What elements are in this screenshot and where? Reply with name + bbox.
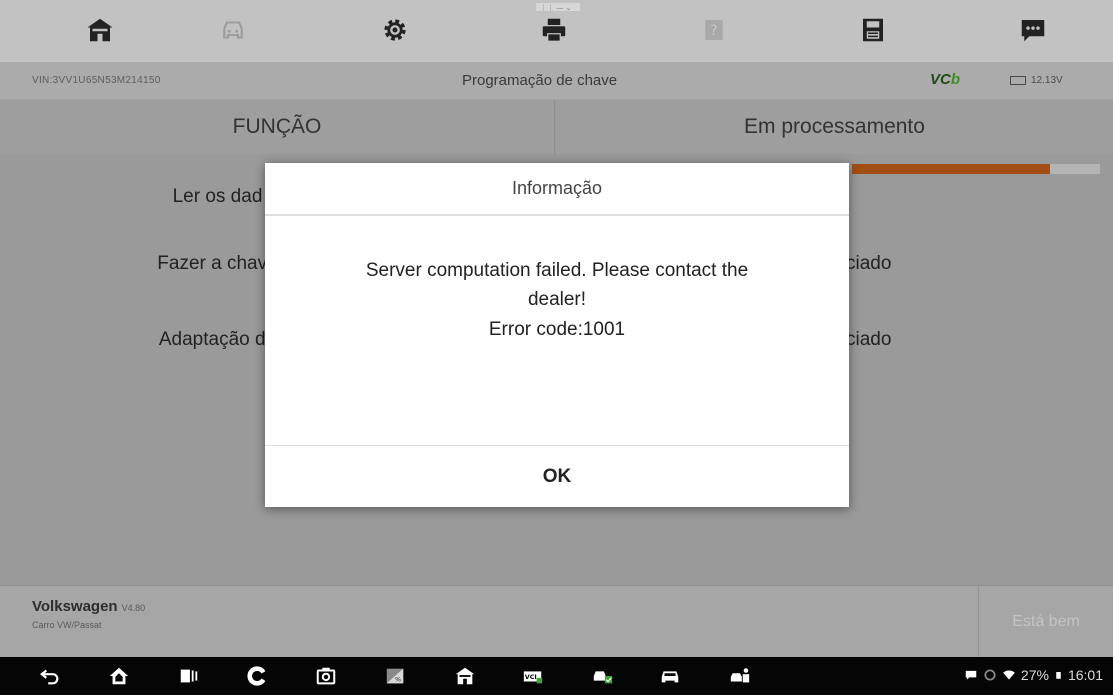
svg-text:?: ? xyxy=(710,23,717,39)
row-status: ciado xyxy=(846,329,892,350)
chat-notification-icon xyxy=(965,670,977,680)
back-icon[interactable] xyxy=(38,665,62,687)
svg-text:VCI: VCI xyxy=(525,673,537,681)
vci-indicator: VCb xyxy=(930,71,960,88)
autel-icon[interactable] xyxy=(245,665,269,687)
page-title: Programação de chave xyxy=(462,72,618,89)
vin-label: VIN:3VV1U65N53M214150 xyxy=(32,75,161,86)
battery-icon xyxy=(1010,76,1026,85)
vehicle-check-icon[interactable] xyxy=(591,665,615,687)
recent-apps-icon[interactable] xyxy=(177,665,201,687)
vci-nav-icon[interactable]: VCI xyxy=(521,665,545,687)
progress-bar xyxy=(852,164,1100,174)
progress-fill xyxy=(852,164,1051,174)
row-function: Fazer a chave xyxy=(157,253,278,274)
column-header-function: FUNÇÃO xyxy=(0,100,555,154)
dialog-message-cont: dealer! xyxy=(527,289,587,311)
battery-percent: 27% xyxy=(1020,667,1049,683)
system-nav-bar: % VCI 27% 16:01 xyxy=(0,657,1113,695)
message-icon[interactable] xyxy=(1015,12,1051,48)
sync-icon xyxy=(984,669,996,681)
info-dialog: Informação Server computation failed. Pl… xyxy=(265,163,849,507)
vehicle-path: Carro VW/Passat xyxy=(32,620,102,630)
dialog-message: Server computation failed. Please contac… xyxy=(365,260,749,281)
dialog-body: Server computation failed. Please contac… xyxy=(265,216,849,445)
display-settings-icon[interactable]: % xyxy=(383,665,407,687)
home-icon[interactable] xyxy=(82,12,118,48)
clock: 16:01 xyxy=(1067,667,1103,683)
vehicle-icon[interactable] xyxy=(215,12,251,48)
esta-bem-button[interactable]: Está bem xyxy=(978,586,1113,658)
help-icon[interactable]: ? xyxy=(696,12,732,48)
row-function: Adaptação da xyxy=(158,329,277,350)
row-status: ciado xyxy=(846,253,892,274)
voltage-indicator: 12.13V xyxy=(1010,75,1063,86)
diagnostics-home-icon[interactable] xyxy=(453,665,477,687)
vehicle-brand: Volkswagen V4.80 xyxy=(32,598,145,615)
column-header-status: Em processamento xyxy=(556,100,1113,154)
info-bar: VIN:3VV1U65N53M214150 Programação de cha… xyxy=(0,62,1113,100)
save-icon[interactable] xyxy=(855,12,891,48)
dialog-title: Informação xyxy=(265,163,849,216)
settings-icon[interactable] xyxy=(377,12,413,48)
print-icon[interactable] xyxy=(536,12,572,48)
vci-label: VC xyxy=(930,71,951,88)
wifi-icon xyxy=(1003,670,1015,680)
top-toolbar: ⋮⋮ — ⌄ ? xyxy=(0,0,1113,62)
svg-text:%: % xyxy=(395,676,401,684)
status-area: 27% 16:01 xyxy=(964,667,1103,683)
row-function: Ler os dad xyxy=(172,186,263,207)
battery-status-icon xyxy=(1056,672,1061,679)
camera-icon[interactable] xyxy=(314,665,338,687)
drag-handle-icon[interactable]: ⋮⋮ — ⌄ xyxy=(536,2,580,12)
vci-label-suffix: b xyxy=(950,71,961,88)
svg-text:⋮⋮ — ⌄: ⋮⋮ — ⌄ xyxy=(540,4,571,12)
bottom-bar: Volkswagen V4.80 Carro VW/Passat Está bem xyxy=(0,585,1113,658)
home-nav-icon[interactable] xyxy=(107,665,131,687)
ok-button[interactable]: OK xyxy=(265,445,849,507)
brand-name: Volkswagen xyxy=(32,598,118,615)
error-code: Error code:1001 xyxy=(488,318,626,340)
voltage-value: 12.13V xyxy=(1031,75,1063,86)
service-icon[interactable] xyxy=(728,665,752,687)
car-icon[interactable] xyxy=(658,665,682,687)
software-version: V4.80 xyxy=(121,603,146,613)
